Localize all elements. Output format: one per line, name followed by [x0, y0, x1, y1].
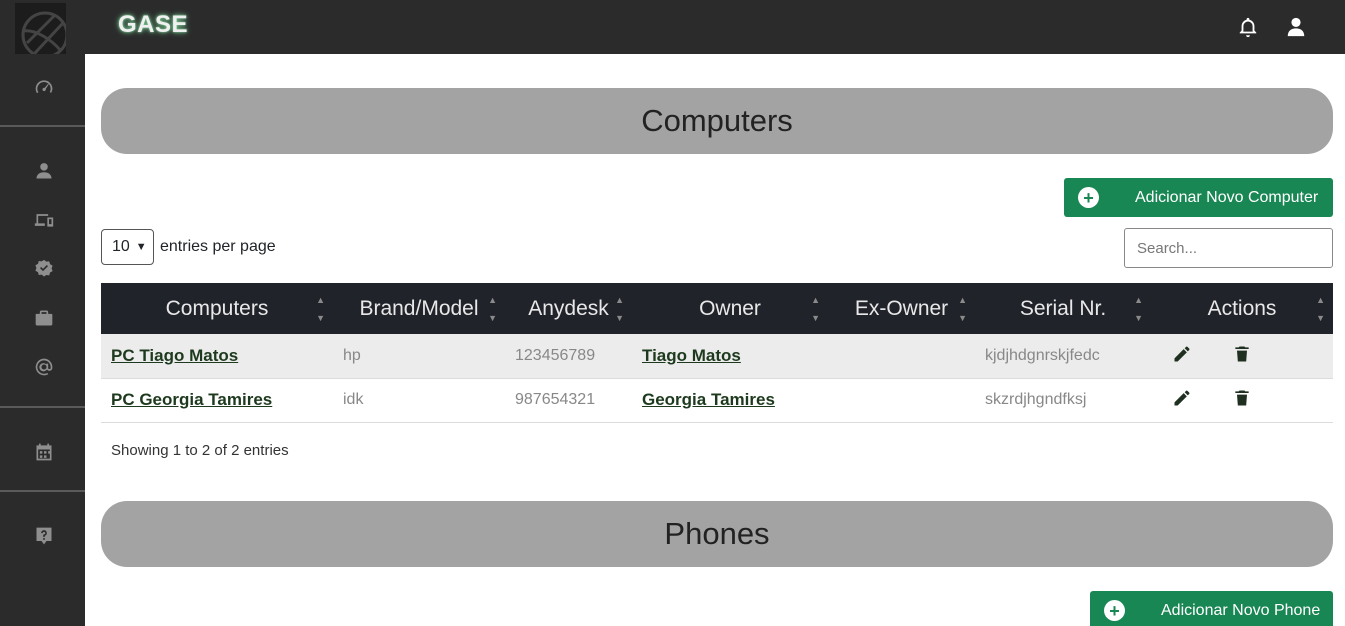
ex-owner-cell [828, 334, 975, 378]
sort-icon: ▲ ▼ [615, 295, 624, 323]
computers-table: Computers ▲ ▼ Brand/Model ▲ ▼ Anydesk ▲ ▼ Owne… [101, 283, 1333, 423]
table-info: Showing 1 to 2 of 2 entries [111, 442, 289, 459]
user-icon[interactable] [1283, 14, 1309, 40]
entries-label: entries per page [160, 238, 276, 255]
plus-circle-icon: + [1104, 600, 1125, 621]
plus-circle-icon: + [1078, 187, 1099, 208]
entries-select[interactable]: 10 ▼ [101, 229, 154, 265]
brand-cell: hp [343, 346, 361, 364]
serial-cell: kjdjhdgnrskjfedc [985, 346, 1100, 364]
col-header-anydesk[interactable]: Anydesk ▲ ▼ [505, 283, 632, 334]
computers-section-title: Computers [101, 88, 1333, 154]
actions-cell [1151, 378, 1333, 422]
computer-name-link[interactable]: PC Tiago Matos [101, 334, 333, 378]
chevron-down-icon: ▼ [135, 241, 147, 253]
owner-link[interactable]: Tiago Matos [632, 334, 828, 378]
help-icon[interactable] [30, 522, 58, 550]
search-input[interactable]: Search... [1124, 228, 1333, 268]
col-header-serial[interactable]: Serial Nr. ▲ ▼ [975, 283, 1151, 334]
calendar-icon[interactable] [30, 438, 58, 466]
edit-pencil-icon[interactable] [1171, 343, 1193, 365]
sort-icon: ▲ ▼ [1316, 295, 1325, 323]
phones-section-title: Phones [101, 501, 1333, 567]
anydesk-cell: 987654321 [515, 391, 596, 408]
table-row: PC Tiago Matos hp 123456789 Tiago Matos … [101, 334, 1333, 378]
col-header-computers[interactable]: Computers ▲ ▼ [101, 283, 333, 334]
add-phone-button[interactable]: + Adicionar Novo Phone [1090, 591, 1333, 626]
briefcase-icon[interactable] [30, 304, 58, 332]
bell-icon[interactable] [1235, 14, 1261, 40]
table-header-row: Computers ▲ ▼ Brand/Model ▲ ▼ Anydesk ▲ ▼ Owne… [101, 283, 1333, 334]
sort-icon: ▲ ▼ [958, 295, 967, 323]
at-sign-icon[interactable] [30, 353, 58, 381]
computer-name-link[interactable]: PC Georgia Tamires [101, 378, 333, 422]
add-phone-label: Adicionar Novo Phone [1161, 601, 1321, 619]
sort-icon: ▲ ▼ [811, 295, 820, 323]
verified-badge-icon[interactable] [30, 255, 58, 283]
add-computer-button[interactable]: + Adicionar Novo Computer [1064, 178, 1333, 217]
entries-per-page: 10 ▼ entries per page [101, 229, 276, 265]
brand-title[interactable]: GASE [118, 11, 188, 39]
col-header-actions[interactable]: Actions ▲ ▼ [1151, 283, 1333, 334]
edit-pencil-icon[interactable] [1171, 387, 1193, 409]
sort-icon: ▲ ▼ [316, 295, 325, 323]
app-logo[interactable] [15, 3, 66, 54]
col-header-ex-owner[interactable]: Ex-Owner ▲ ▼ [828, 283, 975, 334]
sidebar [0, 0, 85, 626]
col-header-owner[interactable]: Owner ▲ ▼ [632, 283, 828, 334]
devices-icon[interactable] [30, 206, 58, 234]
sidebar-divider [0, 125, 85, 127]
brand-cell: idk [343, 391, 364, 408]
table-row: PC Georgia Tamires idk 987654321 Georgia… [101, 378, 1333, 422]
owner-link[interactable]: Georgia Tamires [632, 378, 828, 422]
serial-cell: skzrdjhgndfksj [985, 391, 1087, 408]
actions-cell [1151, 334, 1333, 378]
sidebar-divider [0, 406, 85, 408]
user-icon[interactable] [30, 157, 58, 185]
topbar: GASE [85, 0, 1345, 54]
delete-trash-icon[interactable] [1231, 387, 1253, 409]
entries-select-value: 10 [112, 238, 130, 255]
col-header-brand-model[interactable]: Brand/Model ▲ ▼ [333, 283, 505, 334]
anydesk-cell: 123456789 [515, 346, 596, 364]
add-computer-label: Adicionar Novo Computer [1135, 188, 1319, 206]
sort-icon: ▲ ▼ [488, 295, 497, 323]
ex-owner-cell [828, 378, 975, 422]
speedometer-icon[interactable] [30, 73, 58, 101]
delete-trash-icon[interactable] [1231, 343, 1253, 365]
search-placeholder: Search... [1137, 239, 1198, 257]
sidebar-divider [0, 490, 85, 492]
sort-icon: ▲ ▼ [1134, 295, 1143, 323]
